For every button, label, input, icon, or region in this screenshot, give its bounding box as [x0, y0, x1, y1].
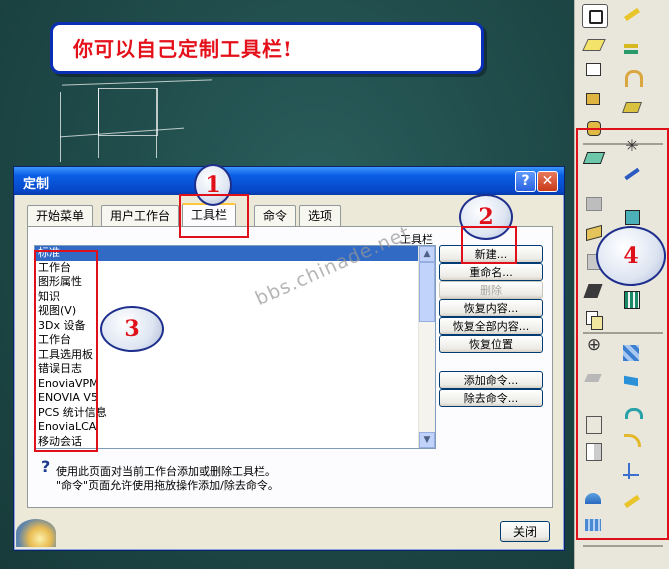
dialog-titlebar[interactable]: 定制 ? ✕ [14, 167, 564, 195]
tab-user-workbench[interactable]: 用户工作台 [101, 205, 180, 226]
sweep-icon[interactable] [620, 66, 644, 88]
wireframe-edge [60, 92, 61, 162]
tab-options[interactable]: 选项 [299, 205, 342, 226]
rename-toolbar-button[interactable]: 重命名... [439, 263, 543, 281]
listbox-scrollbar[interactable]: ▲ ▼ [418, 246, 435, 448]
banner-text: 你可以自己定制工具栏! [73, 37, 293, 61]
tab-start-menu[interactable]: 开始菜单 [27, 205, 94, 226]
add-commands-button[interactable]: 添加命令... [439, 371, 543, 389]
highlight-toolbars-tab [179, 194, 249, 238]
close-x-button[interactable]: ✕ [537, 171, 558, 192]
toolbar-separator [583, 545, 663, 547]
delete-toolbar-button[interactable]: 删除 [439, 281, 543, 299]
scroll-up-icon[interactable]: ▲ [419, 246, 435, 262]
box-outline-icon[interactable] [582, 58, 606, 80]
solid-icon[interactable] [620, 96, 644, 118]
layer-icon[interactable] [620, 38, 644, 60]
tip-banner: 你可以自己定制工具栏! [50, 22, 484, 74]
hint-line-2: "命令"页面允许使用拖放操作添加/除去命令。 [56, 479, 279, 492]
remove-commands-button[interactable]: 除去命令... [439, 389, 543, 407]
callout-3: 3 [100, 306, 164, 352]
highlight-toolbar-list [34, 250, 98, 452]
sheet-icon[interactable] [582, 33, 606, 55]
restore-contents-button[interactable]: 恢复内容... [439, 299, 543, 317]
help-button[interactable]: ? [515, 171, 536, 192]
pad-icon[interactable] [582, 4, 608, 28]
restore-all-contents-button[interactable]: 恢复全部内容... [439, 317, 543, 335]
pen-icon[interactable] [620, 4, 644, 26]
app-logo-icon [16, 519, 56, 547]
close-button[interactable]: 关闭 [500, 521, 550, 542]
scroll-thumb[interactable] [419, 262, 435, 322]
cube-icon[interactable] [582, 88, 606, 110]
restore-position-button[interactable]: 恢复位置 [439, 335, 543, 353]
wireframe-top [62, 79, 212, 86]
wireframe-box [98, 88, 158, 136]
wireframe-edge [98, 88, 99, 158]
highlight-right-toolbars [576, 128, 669, 540]
question-icon: ? [41, 457, 51, 476]
tab-commands[interactable]: 命令 [254, 205, 297, 226]
highlight-new-button [461, 226, 517, 264]
dialog-title: 定制 [23, 177, 50, 192]
wireframe-edge [156, 88, 157, 158]
scroll-down-icon[interactable]: ▼ [419, 432, 435, 448]
